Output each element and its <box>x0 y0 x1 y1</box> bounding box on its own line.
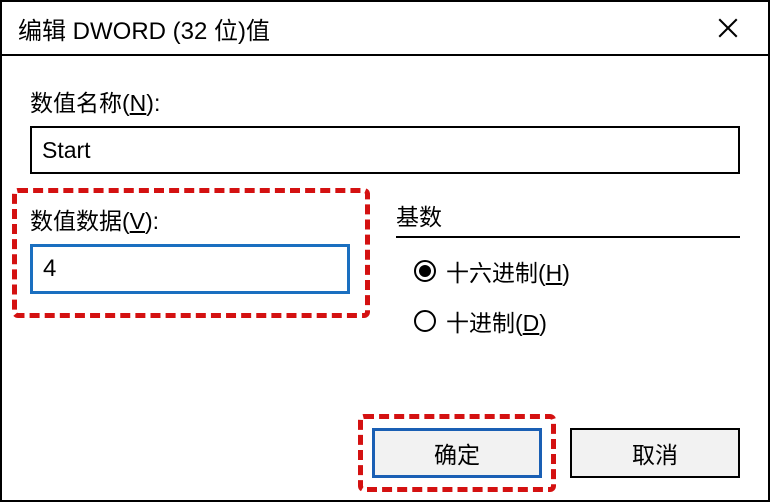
radio-dec[interactable]: 十进制(D) <box>414 304 740 338</box>
dialog-title: 编辑 DWORD (32 位)值 <box>18 11 698 46</box>
label-text: ) <box>539 310 547 336</box>
value-data-label: 数值数据(V): <box>30 202 352 236</box>
ok-button[interactable]: 确定 <box>372 428 542 478</box>
label-accel: H <box>546 260 563 286</box>
radio-label: 十六进制(H) <box>446 254 570 288</box>
value-name-input[interactable] <box>30 126 740 174</box>
value-data-section: 数值数据(V): <box>16 192 366 318</box>
label-accel: D <box>523 310 540 336</box>
radio-hex[interactable]: 十六进制(H) <box>414 254 740 288</box>
value-data-input[interactable] <box>30 244 350 294</box>
ok-button-wrap: 确定 <box>364 420 550 486</box>
dialog-buttons: 确定 取消 <box>372 428 740 478</box>
close-icon <box>718 18 738 38</box>
label-text: 十六进制( <box>446 260 546 286</box>
label-text: ) <box>562 260 570 286</box>
value-name-label: 数值名称(N): <box>30 84 740 118</box>
label-text: 数值名称( <box>30 90 130 116</box>
dialog-window: 编辑 DWORD (32 位)值 数值名称(N): 数值数据(V): 基 <box>0 0 770 502</box>
label-text: ): <box>146 90 160 116</box>
label-accel: V <box>130 208 145 234</box>
radio-label: 十进制(D) <box>446 304 547 338</box>
titlebar: 编辑 DWORD (32 位)值 <box>2 2 768 56</box>
base-legend: 基数 <box>396 198 740 238</box>
radio-icon <box>414 260 436 282</box>
close-button[interactable] <box>698 2 758 54</box>
label-text: 十进制( <box>446 310 523 336</box>
label-text: ): <box>145 208 159 234</box>
cancel-button[interactable]: 取消 <box>570 428 740 478</box>
base-section: 基数 十六进制(H) 十进制(D) <box>396 198 740 354</box>
radio-icon <box>414 310 436 332</box>
label-text: 数值数据( <box>30 208 130 234</box>
dialog-body: 数值名称(N): 数值数据(V): 基数 十六进制(H) <box>2 56 768 500</box>
label-accel: N <box>130 90 147 116</box>
base-fieldset: 基数 十六进制(H) 十进制(D) <box>396 198 740 338</box>
